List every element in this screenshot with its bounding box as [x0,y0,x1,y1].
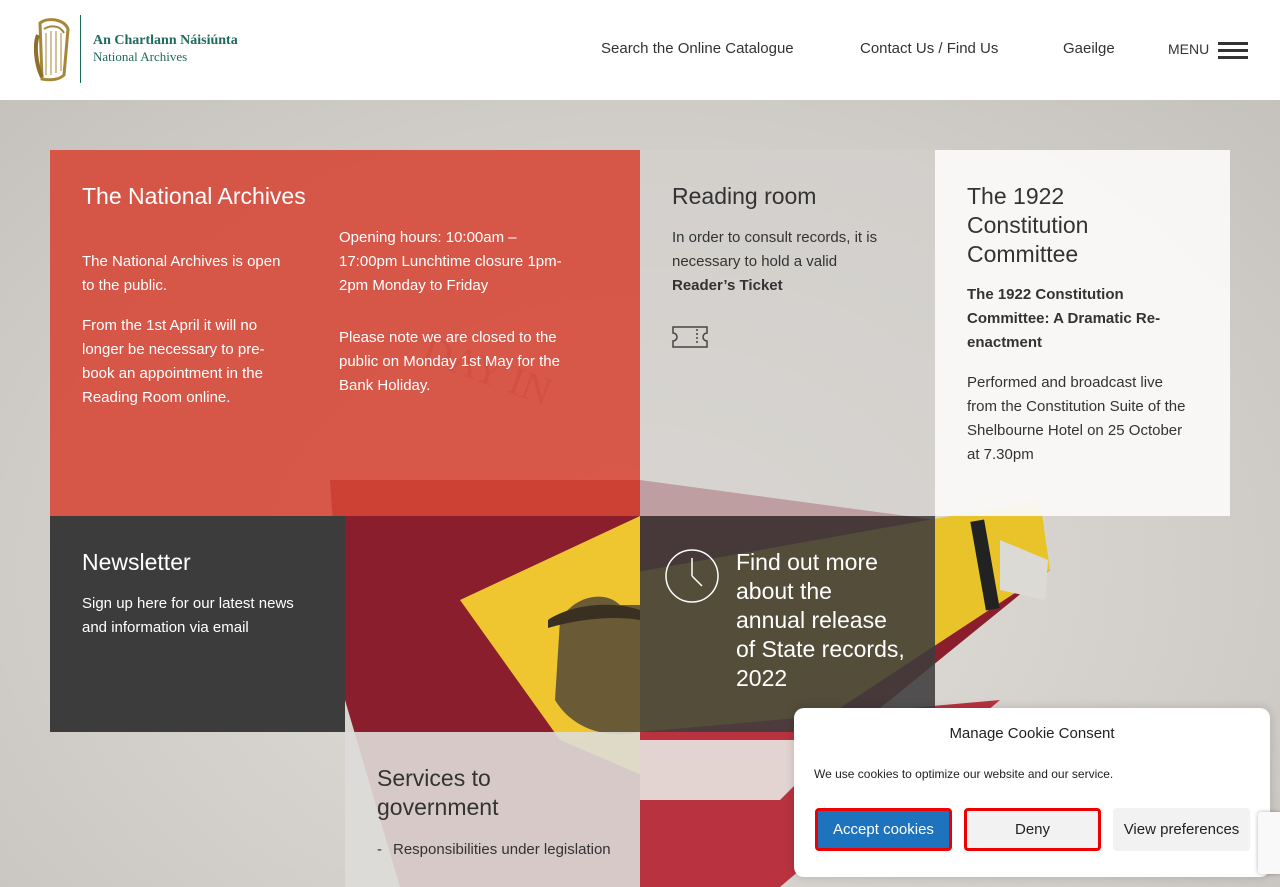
cookie-title: Manage Cookie Consent [949,725,1115,742]
tile-newsletter[interactable]: Newsletter Sign up here for our latest n… [50,516,345,732]
tile-title: The 1922 Constitution Committee [967,183,1089,267]
list-item[interactable]: Responsibilities under legislation [377,838,617,862]
site-header: An Chartlann Náisiúnta National Archives… [0,0,1280,100]
cookie-consent-panel: Manage Cookie Consent We use cookies to … [794,708,1270,877]
hamburger-menu-icon[interactable] [1218,42,1248,60]
services-list: Responsibilities under legislation [377,838,617,862]
recaptcha-badge[interactable] [1258,812,1280,874]
readers-ticket-link[interactable]: Reader’s Ticket [672,274,902,298]
tile-title: Newsletter [82,549,191,575]
tile-national-archives[interactable]: The National Archives The National Archi… [50,150,640,516]
view-preferences-button[interactable]: View preferences [1113,808,1250,851]
archives-col-left: The National Archives is open to the pub… [82,250,297,410]
clock-icon [665,549,719,603]
deny-cookies-button[interactable]: Deny [964,808,1101,851]
tile-title: Find out more about the annual release o… [736,549,905,691]
archives-hours-text: Opening hours: 10:00am – 17:00pm Lunchti… [339,229,562,294]
logo-text: An Chartlann Náisiúnta National Archives [93,33,238,65]
cookie-description: We use cookies to optimize our website a… [814,767,1114,781]
logo-english-name: National Archives [93,49,188,64]
newsletter-text: Sign up here for our latest news and inf… [82,595,294,636]
committee-subtitle: The 1922 Constitution Committee: A Drama… [967,286,1161,351]
archives-booking-text: From the 1st April it will no longer be … [82,317,265,406]
nav-gaeilge[interactable]: Gaeilge [1063,40,1115,57]
tile-title: Services to government [377,765,499,820]
tile-state-records-release[interactable]: Find out more about the annual release o… [640,516,935,732]
nav-contact[interactable]: Contact Us / Find Us [860,40,998,57]
tile-services-to-government[interactable]: Services to government Responsibilities … [345,732,640,887]
tile-title: Reading room [672,183,817,209]
accept-cookies-button[interactable]: Accept cookies [815,808,952,851]
archives-holiday-text: Please note we are closed to the public … [339,329,560,394]
archives-open-text: The National Archives is open to the pub… [82,253,281,294]
tile-1922-committee[interactable]: The 1922 Constitution Committee The 1922… [935,150,1230,516]
reading-room-body: In order to consult records, it is neces… [672,229,878,270]
logo-divider [80,15,81,83]
logo-irish-name: An Chartlann Náisiúnta [93,33,238,48]
committee-description: Performed and broadcast live from the Co… [967,374,1186,463]
tile-reading-room[interactable]: Reading room In order to consult records… [640,150,935,516]
site-logo[interactable]: An Chartlann Náisiúnta National Archives [34,15,238,83]
menu-label[interactable]: MENU [1168,41,1209,57]
ticket-icon [672,326,708,348]
nav-search-catalogue[interactable]: Search the Online Catalogue [601,40,794,57]
tile-title: The National Archives [82,183,306,209]
reading-room-text: In order to consult records, it is neces… [672,226,902,298]
harp-icon [34,18,70,82]
archives-col-right: Opening hours: 10:00am – 17:00pm Lunchti… [339,226,564,398]
